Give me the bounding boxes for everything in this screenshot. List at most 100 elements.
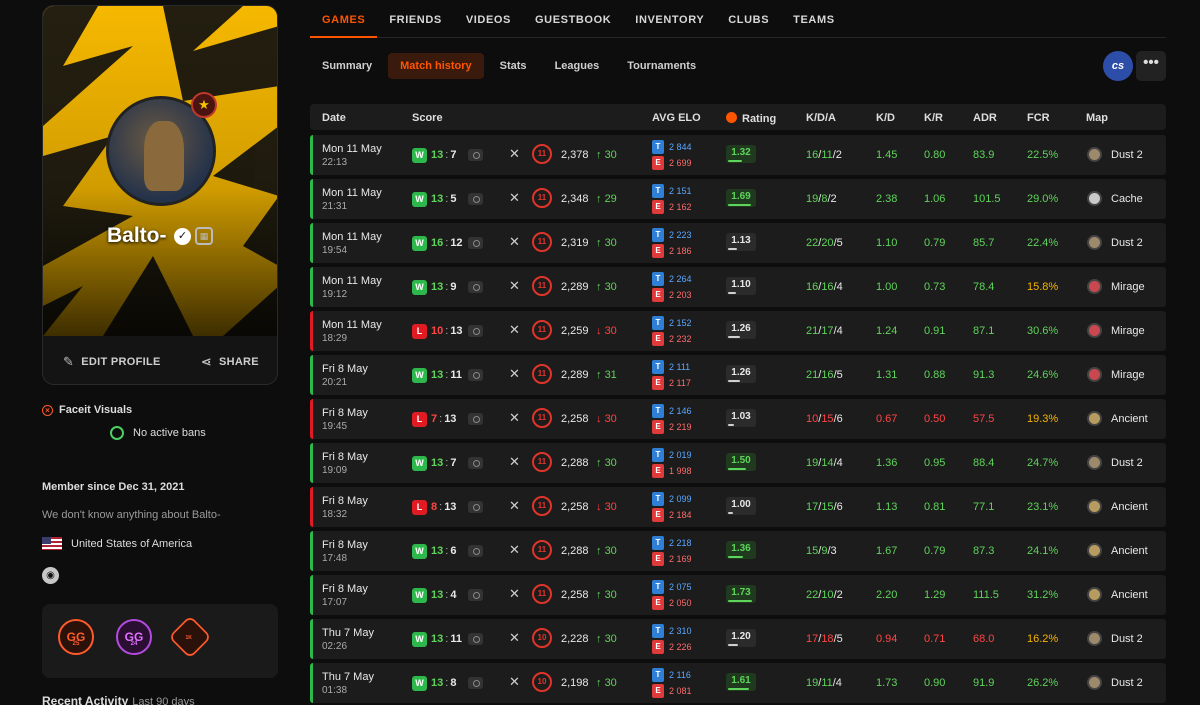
- match-row[interactable]: Mon 11 May 19:54 W 16:12 ✕ 11 2,319 ↑ 30 T 2 223 E…: [310, 223, 1166, 263]
- tab-inventory[interactable]: INVENTORY: [623, 0, 716, 38]
- kr-value: 0.88: [924, 369, 946, 381]
- tab-clubs[interactable]: CLUBS: [716, 0, 781, 38]
- team-t-elo: 2 116: [669, 670, 691, 680]
- rating-bar: [728, 512, 733, 514]
- 1k-badge-icon[interactable]: 1K: [168, 615, 212, 659]
- team-t-elo: 2 151: [669, 186, 692, 196]
- match-time: 21:31: [322, 201, 348, 212]
- kills: 19: [806, 457, 819, 469]
- rating-badge: 1.13: [726, 233, 756, 251]
- watch-demo-icon[interactable]: [468, 325, 483, 337]
- cs-game-logo[interactable]: cs: [1103, 51, 1133, 81]
- faceit-visuals[interactable]: × Faceit Visuals: [42, 404, 132, 416]
- deaths: 17: [821, 325, 834, 337]
- subtab-match-history[interactable]: Match history: [388, 53, 484, 79]
- tab-games[interactable]: GAMES: [310, 0, 378, 38]
- match-row[interactable]: Fri 8 May 18:32 L 8:13 ✕ 11 2,258 ↓ 30 T 2 099 E 2 …: [310, 487, 1166, 527]
- watch-demo-icon[interactable]: [468, 633, 483, 645]
- kd-value: 1.36: [876, 457, 898, 469]
- elo-delta-value: 30: [604, 281, 617, 293]
- tab-friends[interactable]: FRIENDS: [377, 0, 453, 38]
- kills: 19: [806, 193, 819, 205]
- result-badge: W: [412, 236, 427, 251]
- skill-level-icon: 11: [532, 452, 552, 472]
- score-opponent: 7: [450, 149, 457, 161]
- watch-demo-icon[interactable]: [468, 193, 483, 205]
- watch-demo-icon[interactable]: [468, 457, 483, 469]
- rating-value: 1.26: [731, 367, 751, 378]
- match-row[interactable]: Mon 11 May 18:29 L 10:13 ✕ 11 2,259 ↓ 30 T 2 152 E…: [310, 311, 1166, 351]
- watch-demo-icon[interactable]: [468, 589, 483, 601]
- country-label: United States of America: [71, 537, 193, 550]
- deaths: 10: [821, 589, 834, 601]
- match-row[interactable]: Mon 11 May 19:12 W 13:9 ✕ 11 2,289 ↑ 30 T 2 264 E 2…: [310, 267, 1166, 307]
- elo-change: ↑ 30: [596, 545, 617, 557]
- rating-bar: [728, 556, 743, 558]
- rating-bar: [728, 688, 749, 690]
- subtab-stats[interactable]: Stats: [488, 53, 539, 79]
- watch-demo-icon[interactable]: [468, 149, 483, 161]
- tab-guestbook[interactable]: GUESTBOOK: [523, 0, 623, 38]
- watch-demo-icon[interactable]: [468, 677, 483, 689]
- match-row[interactable]: Thu 7 May 01:38 W 13:8 ✕ 10 2,198 ↑ 30 T 2 116 E 2 …: [310, 663, 1166, 703]
- badge-sub: 25: [72, 641, 80, 647]
- score-own: 13: [431, 281, 444, 293]
- team-e-elo: 2 081: [669, 686, 692, 696]
- watch-demo-icon[interactable]: [468, 237, 483, 249]
- kda: 19/8/2: [806, 193, 837, 205]
- team-t-badge: T: [652, 624, 664, 638]
- steam-icon[interactable]: ◉: [42, 567, 59, 584]
- avg-elo-teams: T 2 019 E 1 998: [652, 448, 702, 480]
- match-row[interactable]: Fri 8 May 19:45 L 7:13 ✕ 11 2,258 ↓ 30 T 2 146 E 2 …: [310, 399, 1166, 439]
- match-time: 22:13: [322, 157, 348, 168]
- elo-change: ↑ 30: [596, 677, 617, 689]
- match-row[interactable]: Mon 11 May 21:31 W 13:5 ✕ 11 2,348 ↑ 29 T 2 151 E 2…: [310, 179, 1166, 219]
- team-e-elo: 2 219: [669, 422, 692, 432]
- gg24-badge-icon[interactable]: GG 24: [116, 619, 152, 655]
- subtab-summary[interactable]: Summary: [310, 53, 384, 79]
- elo-value: 2,378: [561, 149, 589, 161]
- kd-value: 1.13: [876, 501, 898, 513]
- match-row[interactable]: Thu 7 May 02:26 W 13:11 ✕ 10 2,228 ↑ 30 T 2 310 E 2…: [310, 619, 1166, 659]
- badge-sub: 1K: [185, 635, 193, 641]
- team-e-badge: E: [652, 332, 664, 346]
- tab-teams[interactable]: TEAMS: [781, 0, 847, 38]
- match-row[interactable]: Fri 8 May 17:07 W 13:4 ✕ 11 2,258 ↑ 30 T 2 075 E 2 …: [310, 575, 1166, 615]
- col-adr: ADR: [973, 112, 997, 124]
- rating-value: 1.26: [731, 323, 751, 334]
- watch-demo-icon[interactable]: [468, 501, 483, 513]
- deaths: 18: [821, 633, 834, 645]
- watch-demo-icon[interactable]: [468, 545, 483, 557]
- kills: 16: [806, 281, 819, 293]
- match-row[interactable]: Fri 8 May 17:48 W 13:6 ✕ 11 2,288 ↑ 30 T 2 218 E 2 …: [310, 531, 1166, 571]
- rating-bar: [728, 468, 746, 470]
- watch-demo-icon[interactable]: [468, 281, 483, 293]
- tab-videos[interactable]: VIDEOS: [454, 0, 523, 38]
- match-row[interactable]: Mon 11 May 22:13 W 13:7 ✕ 11 2,378 ↑ 30 T 2 844 E 2…: [310, 135, 1166, 175]
- elo-delta-value: 30: [604, 501, 617, 513]
- recent-activity-range[interactable]: Last 90 days: [132, 696, 194, 705]
- match-row[interactable]: Fri 8 May 20:21 W 13:11 ✕ 11 2,289 ↑ 31 T 2 111 E 2…: [310, 355, 1166, 395]
- watch-demo-icon[interactable]: [468, 413, 483, 425]
- kd-value: 0.94: [876, 633, 898, 645]
- score-own: 13: [431, 369, 444, 381]
- match-date: Fri 8 May: [322, 407, 368, 419]
- watch-demo-icon[interactable]: [468, 369, 483, 381]
- result-edge: [310, 487, 313, 527]
- score-separator: :: [445, 545, 449, 557]
- more-options-button[interactable]: •••: [1136, 51, 1166, 81]
- map-name: Ancient: [1111, 413, 1148, 425]
- match-date: Mon 11 May: [322, 275, 382, 287]
- recent-activity: Recent Activity Last 90 days: [42, 694, 195, 705]
- subtab-tournaments[interactable]: Tournaments: [615, 53, 708, 79]
- kda: 17/15/6: [806, 501, 843, 513]
- match-row[interactable]: Fri 8 May 19:09 W 13:7 ✕ 11 2,288 ↑ 30 T 2 019 E 1 …: [310, 443, 1166, 483]
- skill-level-icon: 11: [532, 540, 552, 560]
- gg25-badge-icon[interactable]: GG 25: [58, 619, 94, 655]
- share-button[interactable]: ⋖ SHARE: [201, 354, 259, 370]
- team-t-elo: 2 111: [669, 362, 691, 372]
- team-e-elo: 2 699: [669, 158, 692, 168]
- result-edge: [310, 575, 313, 615]
- edit-profile-button[interactable]: ✎ EDIT PROFILE: [63, 354, 161, 370]
- subtab-leagues[interactable]: Leagues: [543, 53, 612, 79]
